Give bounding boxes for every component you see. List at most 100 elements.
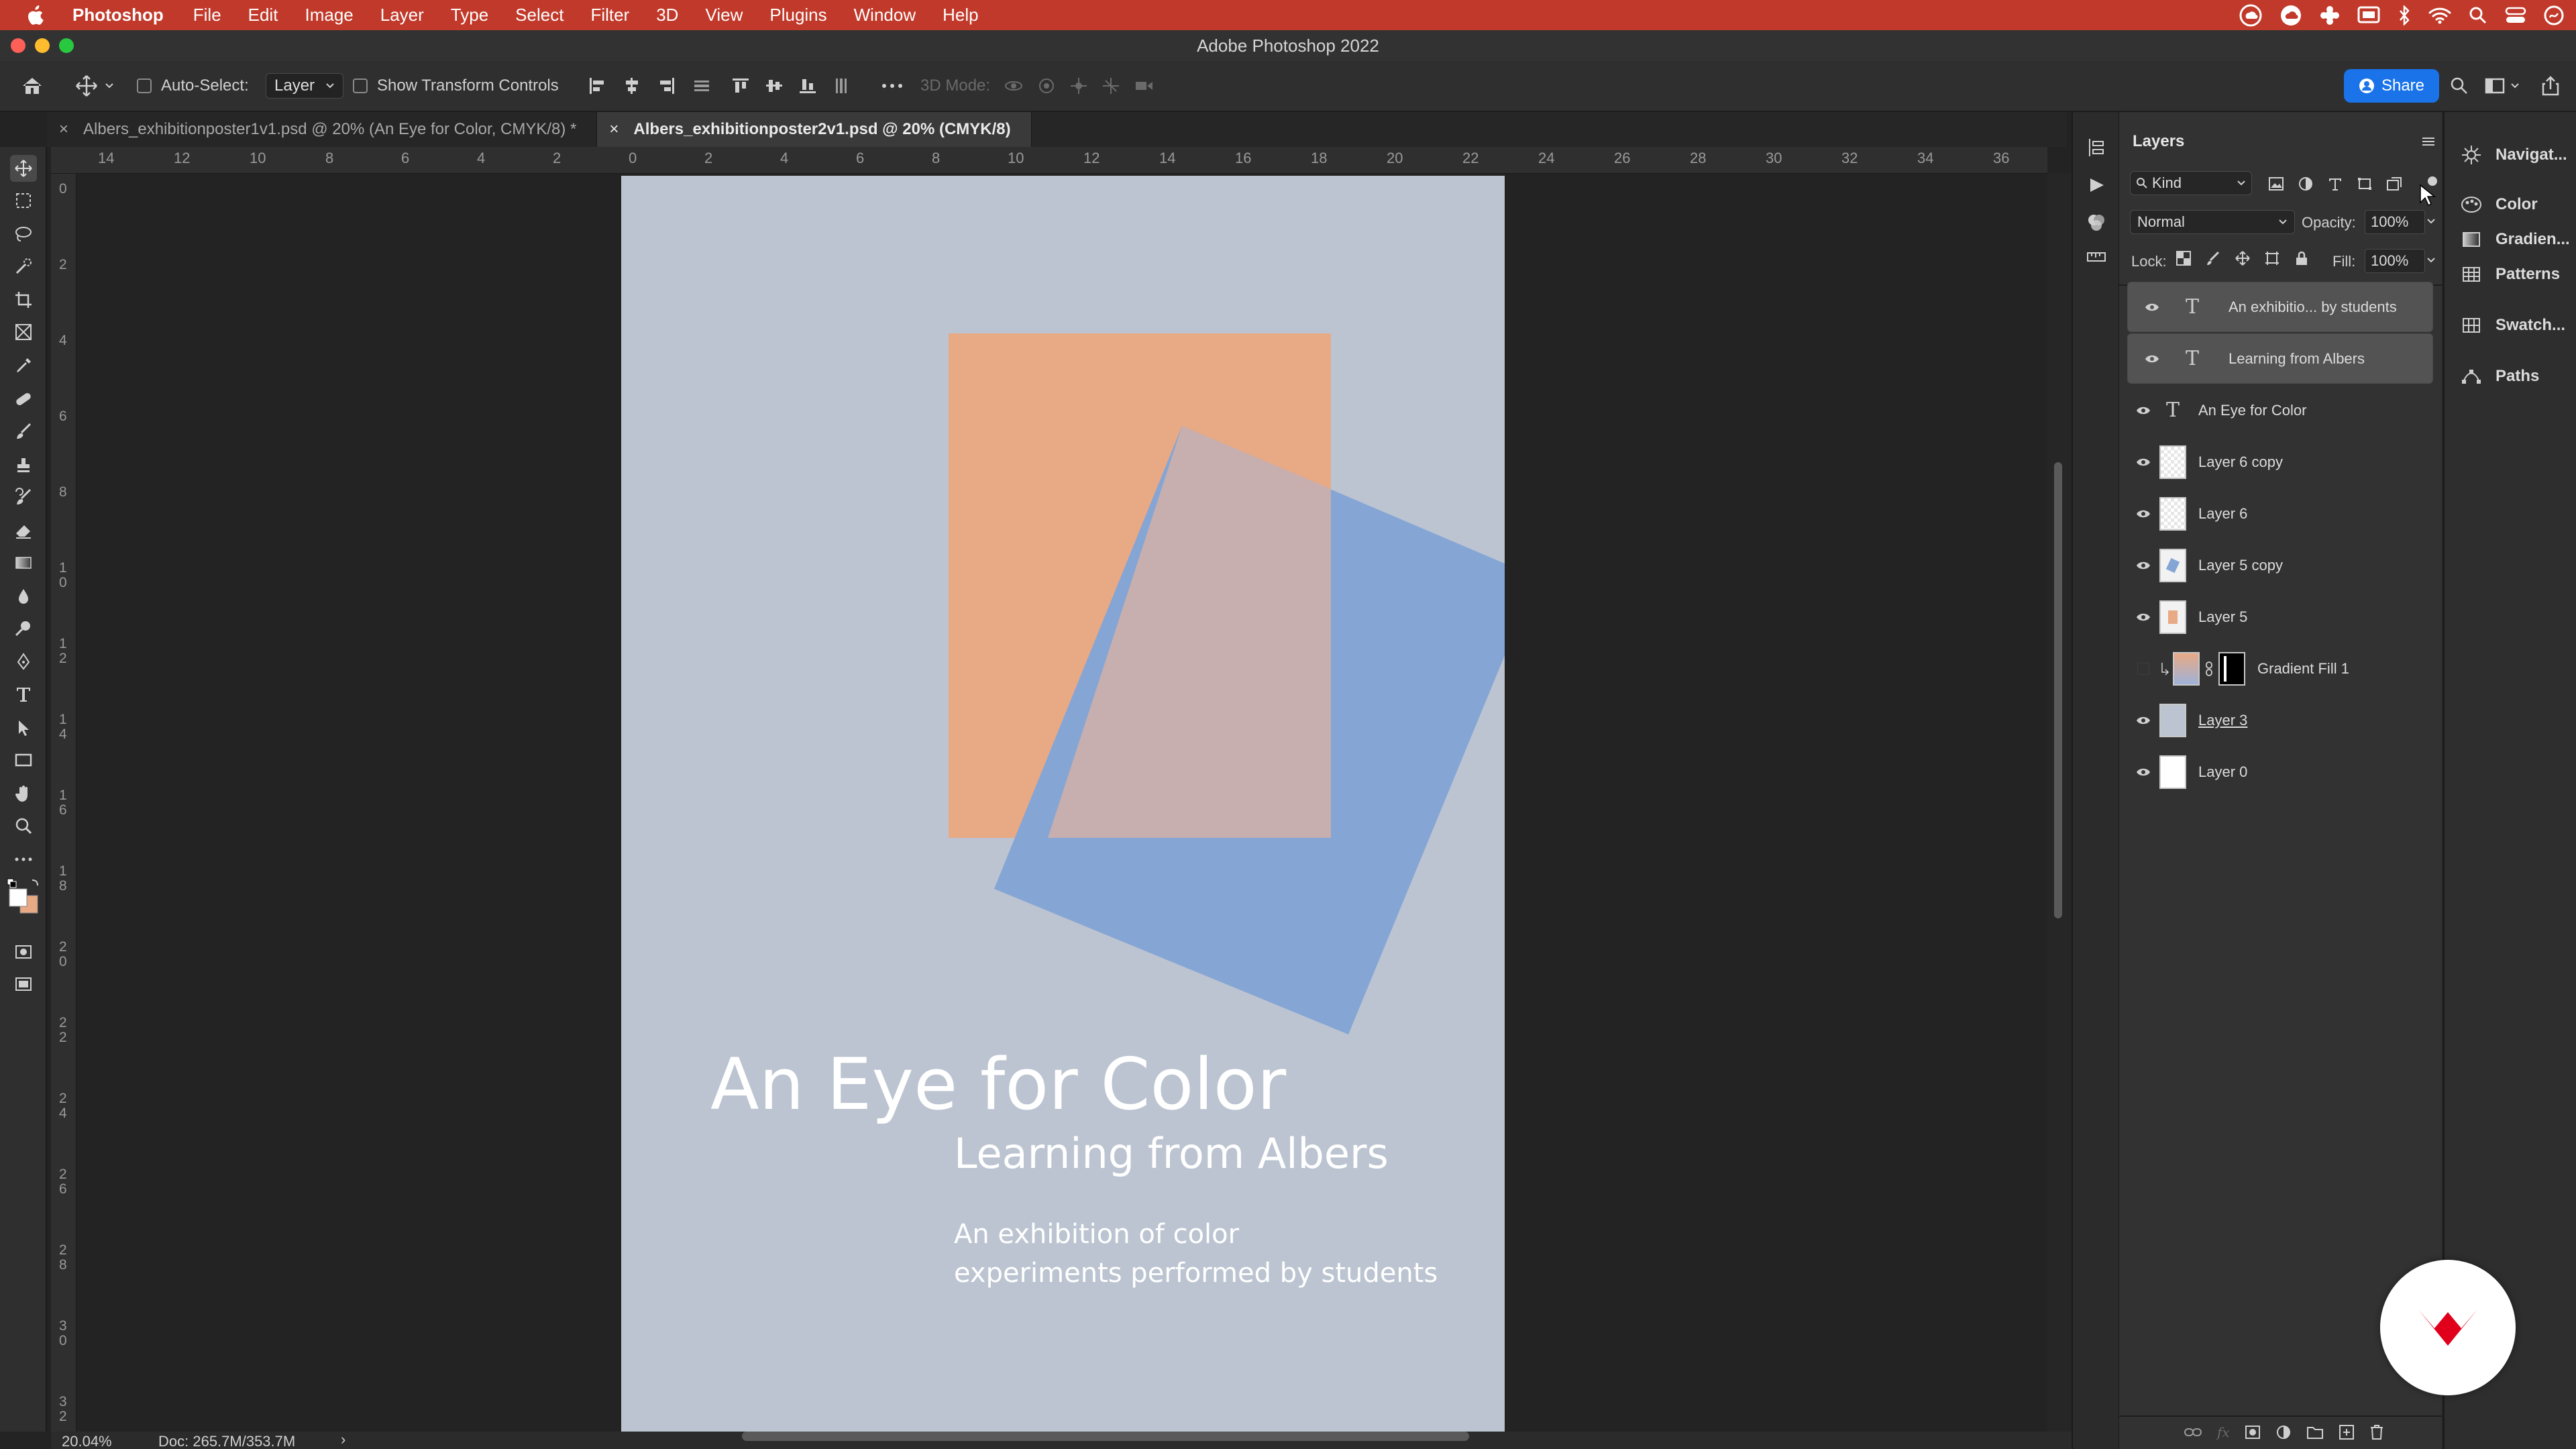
menu-file[interactable]: File [180, 5, 235, 25]
share-export-icon[interactable] [2541, 76, 2560, 96]
search-icon[interactable] [2450, 76, 2469, 95]
move-tool-icon[interactable] [10, 155, 37, 182]
auto-select-target-dropdown[interactable]: Layer [266, 73, 344, 99]
adjustment-filter-icon[interactable] [2298, 176, 2314, 191]
align-top-edges-icon[interactable] [731, 76, 750, 95]
layer-row-exhibition-text[interactable]: T An exhibitio... by students [2127, 282, 2433, 332]
wifi-icon[interactable] [2428, 7, 2451, 24]
layer-row-gradient-fill[interactable]: Gradient Fill 1 [2127, 643, 2433, 694]
layer-row-layer5[interactable]: Layer 5 [2127, 592, 2433, 642]
layer-row-learning-text[interactable]: T Learning from Albers [2127, 333, 2433, 384]
fill-slider-chevron-icon[interactable] [2426, 257, 2436, 264]
visibility-eye-icon[interactable] [2127, 405, 2159, 416]
lock-image-pixels-icon[interactable] [2205, 250, 2221, 266]
lock-all-icon[interactable] [2294, 250, 2310, 266]
visibility-eye-icon[interactable] [2127, 508, 2159, 519]
layer-mask-thumbnail[interactable] [2218, 651, 2245, 686]
close-tab-icon[interactable]: × [609, 120, 619, 139]
zoom-tool-icon[interactable] [10, 812, 37, 839]
visibility-eye-icon[interactable] [2136, 354, 2168, 364]
close-tab-icon[interactable]: × [59, 120, 68, 139]
document-canvas[interactable]: An Eye for Color Learning from Albers An… [621, 176, 1505, 1432]
panel-navigator[interactable]: Navigat... [2461, 144, 2567, 166]
poster-title[interactable]: An Eye for Color [710, 1043, 1286, 1126]
siri-icon[interactable] [2544, 5, 2564, 25]
menu-view[interactable]: View [692, 5, 756, 25]
menu-3d[interactable]: 3D [643, 5, 692, 25]
visibility-eye-icon[interactable] [2127, 560, 2159, 571]
menu-app-name[interactable]: Photoshop [70, 5, 180, 25]
new-adjustment-layer-icon[interactable] [2275, 1424, 2292, 1440]
menu-select[interactable]: Select [502, 5, 577, 25]
menu-type[interactable]: Type [437, 5, 502, 25]
align-horizontal-centers-icon[interactable] [623, 76, 641, 95]
smart-object-filter-icon[interactable] [2386, 176, 2402, 191]
layer-row-layer6-copy[interactable]: Layer 6 copy [2127, 437, 2433, 487]
lasso-tool-icon[interactable] [10, 221, 37, 248]
home-icon[interactable] [20, 75, 44, 97]
brush-tool-icon[interactable] [10, 418, 37, 445]
gradient-tool-icon[interactable] [10, 549, 37, 576]
poster-body-line1[interactable]: An exhibition of color [954, 1219, 1239, 1250]
align-left-edges-icon[interactable] [588, 76, 606, 95]
panel-swatches[interactable]: Swatch... [2461, 316, 2565, 335]
type-filter-icon[interactable] [2327, 176, 2343, 191]
floating-logo-badge[interactable] [2380, 1260, 2516, 1395]
marquee-tool-icon[interactable] [10, 187, 37, 214]
blend-mode-dropdown[interactable]: Normal [2130, 210, 2295, 234]
menu-edit[interactable]: Edit [235, 5, 292, 25]
filter-kind-dropdown[interactable]: Kind [2130, 171, 2252, 195]
actions-play-icon[interactable] [2088, 176, 2105, 194]
apple-menu-icon[interactable] [0, 5, 70, 25]
visibility-eye-icon[interactable] [2127, 457, 2159, 468]
align-bottom-edges-icon[interactable] [798, 76, 817, 95]
quick-mask-icon[interactable] [10, 938, 37, 965]
close-window-button[interactable] [11, 38, 25, 53]
fx-icon[interactable]: fx [2217, 1424, 2230, 1440]
zoom-window-button[interactable] [59, 38, 74, 53]
visibility-toggle-hidden[interactable] [2127, 662, 2159, 675]
panel-color[interactable]: Color [2461, 195, 2538, 214]
vertical-scroll-thumb[interactable] [2054, 462, 2062, 918]
align-vertical-centers-icon[interactable] [765, 76, 784, 95]
workspace-switcher-button[interactable] [2485, 77, 2520, 95]
adjustments-icon[interactable] [2086, 213, 2106, 233]
history-brush-tool-icon[interactable] [10, 484, 37, 511]
lock-artboard-icon[interactable] [2264, 250, 2280, 266]
screen-mode-icon[interactable] [10, 971, 37, 998]
horizontal-ruler[interactable]: 14 12 10 8 6 4 2 0 2 4 6 8 10 12 14 16 18 20 22 24 26 28 30 32 3… [75, 147, 2047, 174]
frame-tool-icon[interactable] [10, 319, 37, 345]
eyedropper-tool-icon[interactable] [10, 352, 37, 379]
layer-row-layer0[interactable]: Layer 0 [2127, 747, 2433, 797]
rectangle-tool-icon[interactable] [10, 747, 37, 773]
horizontal-scroll-thumb[interactable] [742, 1432, 1469, 1441]
blur-tool-icon[interactable] [10, 583, 37, 610]
poster-body-line2[interactable]: experiments performed by students [954, 1258, 1438, 1289]
path-selection-tool-icon[interactable] [10, 714, 37, 741]
zoom-level[interactable]: 20.04% [62, 1433, 112, 1449]
measurement-icon[interactable] [2086, 250, 2106, 264]
history-panel-icon[interactable] [2086, 136, 2106, 159]
shape-filter-icon[interactable] [2357, 176, 2373, 191]
auto-select-checkbox[interactable] [137, 78, 152, 93]
vertical-ruler[interactable]: 02468101214161820222426283032 [51, 174, 76, 1432]
visibility-eye-icon[interactable] [2136, 302, 2168, 313]
healing-brush-tool-icon[interactable] [10, 386, 37, 413]
eraser-tool-icon[interactable] [10, 517, 37, 544]
crop-tool-icon[interactable] [10, 286, 37, 313]
panel-patterns[interactable]: Patterns [2461, 265, 2560, 284]
link-layers-icon[interactable] [2184, 1426, 2202, 1439]
opacity-input[interactable]: 100% [2365, 210, 2425, 234]
status-menu-arrow-icon[interactable]: › [341, 1431, 345, 1448]
tab-poster2[interactable]: × Albers_exhibitionposter2v1.psd @ 20% (… [597, 112, 1032, 147]
flower-status-icon[interactable] [2320, 5, 2340, 25]
menu-window[interactable]: Window [841, 5, 929, 25]
tab-poster1[interactable]: × Albers_exhibitionposter1v1.psd @ 20% (… [47, 112, 598, 147]
hand-tool-icon[interactable] [10, 780, 37, 807]
layer-row-layer5-copy[interactable]: Layer 5 copy [2127, 540, 2433, 590]
creative-cloud-icon[interactable] [2239, 4, 2262, 27]
ruler-origin[interactable] [51, 147, 76, 174]
dodge-tool-icon[interactable] [10, 615, 37, 642]
distribute-horizontal-icon[interactable] [832, 76, 851, 95]
display-icon[interactable] [2357, 6, 2380, 25]
